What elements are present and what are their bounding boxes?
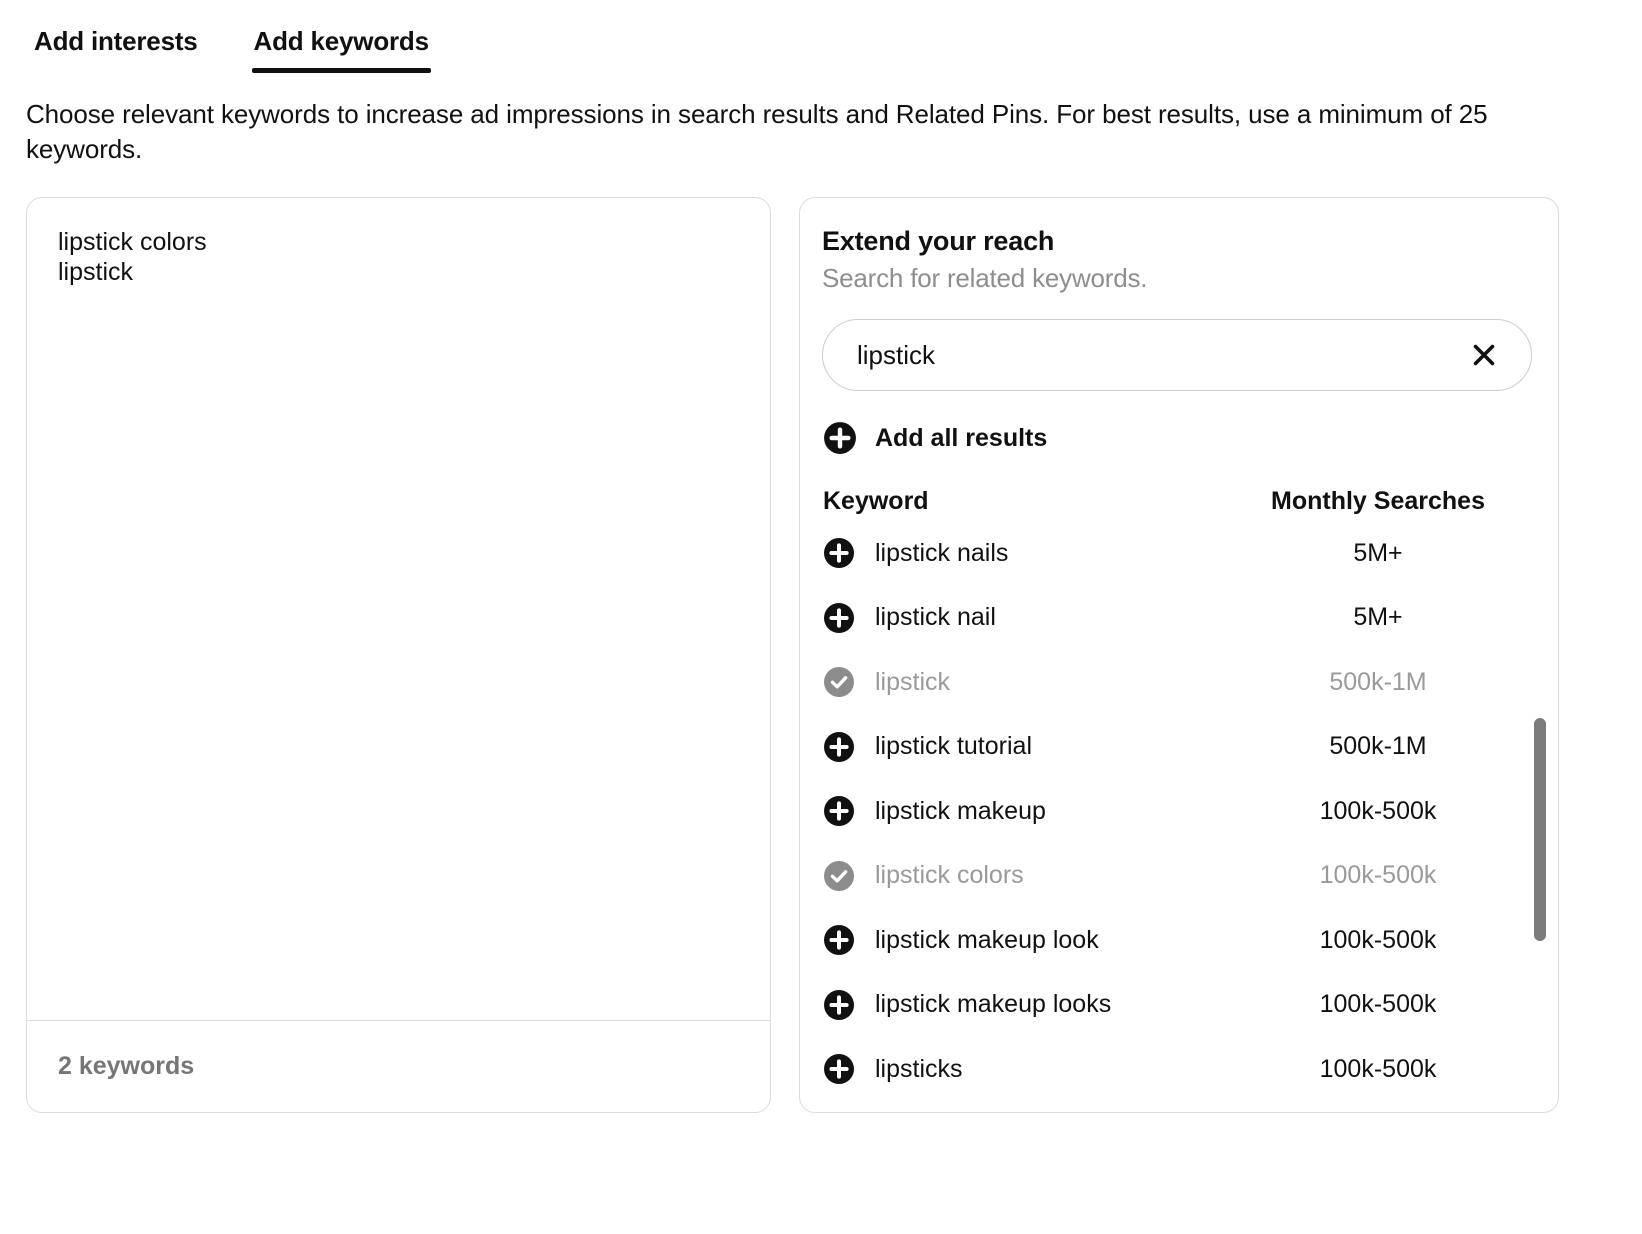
column-header-keyword: Keyword — [823, 486, 929, 515]
row-action-cell — [823, 537, 875, 569]
row-monthly-searches: 500k-1M — [1329, 732, 1427, 761]
extend-reach-panel: Extend your reach Search for related key… — [799, 197, 1559, 1114]
row-monthly-searches: 100k-500k — [1319, 990, 1437, 1019]
table-row[interactable]: lipsticks 100k-500k — [805, 1037, 1558, 1102]
results-rows: lipstick nails 5M+ lipstick nail 5M+ lipstic… — [805, 521, 1558, 1102]
selected-keywords-list[interactable]: lipstick colors lipstick — [27, 198, 770, 1020]
row-keyword: lipsticks — [875, 1054, 963, 1083]
table-row[interactable]: lipstick nails 5M+ — [805, 521, 1558, 586]
add-all-results-label: Add all results — [875, 423, 1048, 452]
row-monthly-searches: 500k-1M — [1329, 667, 1427, 696]
row-monthly-searches: 5M+ — [1353, 538, 1403, 567]
results-table-header: Keyword Monthly Searches — [805, 481, 1558, 521]
row-action-cell — [823, 666, 875, 698]
panel-subtitle: Search for related keywords. — [822, 263, 1148, 294]
plus-circle-icon[interactable] — [823, 731, 855, 763]
row-action-cell — [823, 731, 875, 763]
table-row[interactable]: lipstick tutorial 500k-1M — [805, 715, 1558, 780]
results-table: Keyword Monthly Searches lipstick nails 5… — [800, 481, 1558, 1102]
plus-circle-icon[interactable] — [823, 537, 855, 569]
row-action-cell — [823, 924, 875, 956]
row-keyword: lipstick makeup look — [875, 925, 1099, 954]
close-icon[interactable] — [1467, 338, 1501, 372]
row-keyword: lipstick nail — [875, 603, 996, 632]
row-keyword: lipstick makeup looks — [875, 990, 1112, 1019]
row-action-cell — [823, 795, 875, 827]
search-input[interactable] — [855, 338, 1467, 372]
table-row[interactable]: lipstick 500k-1M — [805, 650, 1558, 715]
row-keyword: lipstick nails — [875, 538, 1009, 567]
tab-add-keywords[interactable]: Add keywords — [251, 20, 432, 73]
plus-circle-icon[interactable] — [823, 989, 855, 1021]
keyword-search-box[interactable] — [822, 319, 1532, 392]
panels-container: lipstick colors lipstick 2 keywords Exte… — [0, 197, 1642, 1114]
table-row[interactable]: lipstick nail 5M+ — [805, 586, 1558, 651]
row-action-cell — [823, 1053, 875, 1085]
plus-circle-icon — [823, 421, 857, 455]
keyword-count: 2 keywords — [58, 1052, 195, 1081]
results-scrollbar-thumb[interactable] — [1534, 718, 1546, 942]
check-circle-icon — [823, 666, 855, 698]
plus-circle-icon[interactable] — [823, 1053, 855, 1085]
tab-add-interests-label: Add interests — [34, 26, 198, 56]
results-scrollbar-track[interactable] — [1534, 718, 1546, 1112]
row-monthly-searches: 100k-500k — [1319, 925, 1437, 954]
selected-keywords-panel: lipstick colors lipstick 2 keywords — [26, 197, 771, 1114]
row-action-cell — [823, 989, 875, 1021]
page-description: Choose relevant keywords to increase ad … — [26, 99, 1488, 164]
table-row[interactable]: lipstick makeup look 100k-500k — [805, 908, 1558, 973]
panel-title: Extend your reach — [822, 226, 1055, 257]
row-monthly-searches: 100k-500k — [1319, 861, 1437, 890]
table-row[interactable]: lipstick makeup 100k-500k — [805, 779, 1558, 844]
row-monthly-searches: 5M+ — [1353, 603, 1403, 632]
tab-add-interests[interactable]: Add interests — [32, 20, 200, 73]
table-row[interactable]: lipstick makeup looks 100k-500k — [805, 973, 1558, 1038]
row-action-cell — [823, 860, 875, 892]
plus-circle-icon[interactable] — [823, 924, 855, 956]
search-row — [800, 294, 1558, 392]
check-circle-icon — [823, 860, 855, 892]
add-all-results-button[interactable]: Add all results — [800, 391, 1047, 455]
tab-bar: Add interests Add keywords — [0, 0, 1642, 73]
row-keyword: lipstick colors — [875, 861, 1024, 890]
selected-keywords-footer: 2 keywords — [27, 1020, 770, 1112]
plus-circle-icon[interactable] — [823, 795, 855, 827]
plus-circle-icon[interactable] — [823, 602, 855, 634]
list-item[interactable]: lipstick colors — [58, 228, 770, 258]
list-item[interactable]: lipstick — [58, 258, 770, 288]
row-keyword: lipstick tutorial — [875, 732, 1032, 761]
tab-add-keywords-label: Add keywords — [253, 26, 430, 56]
row-monthly-searches: 100k-500k — [1319, 796, 1437, 825]
row-action-cell — [823, 602, 875, 634]
row-monthly-searches: 100k-500k — [1319, 1054, 1437, 1083]
table-row[interactable]: lipstick colors 100k-500k — [805, 844, 1558, 909]
row-keyword: lipstick — [875, 667, 951, 696]
row-keyword: lipstick makeup — [875, 796, 1046, 825]
column-header-monthly-searches: Monthly Searches — [1271, 486, 1485, 515]
